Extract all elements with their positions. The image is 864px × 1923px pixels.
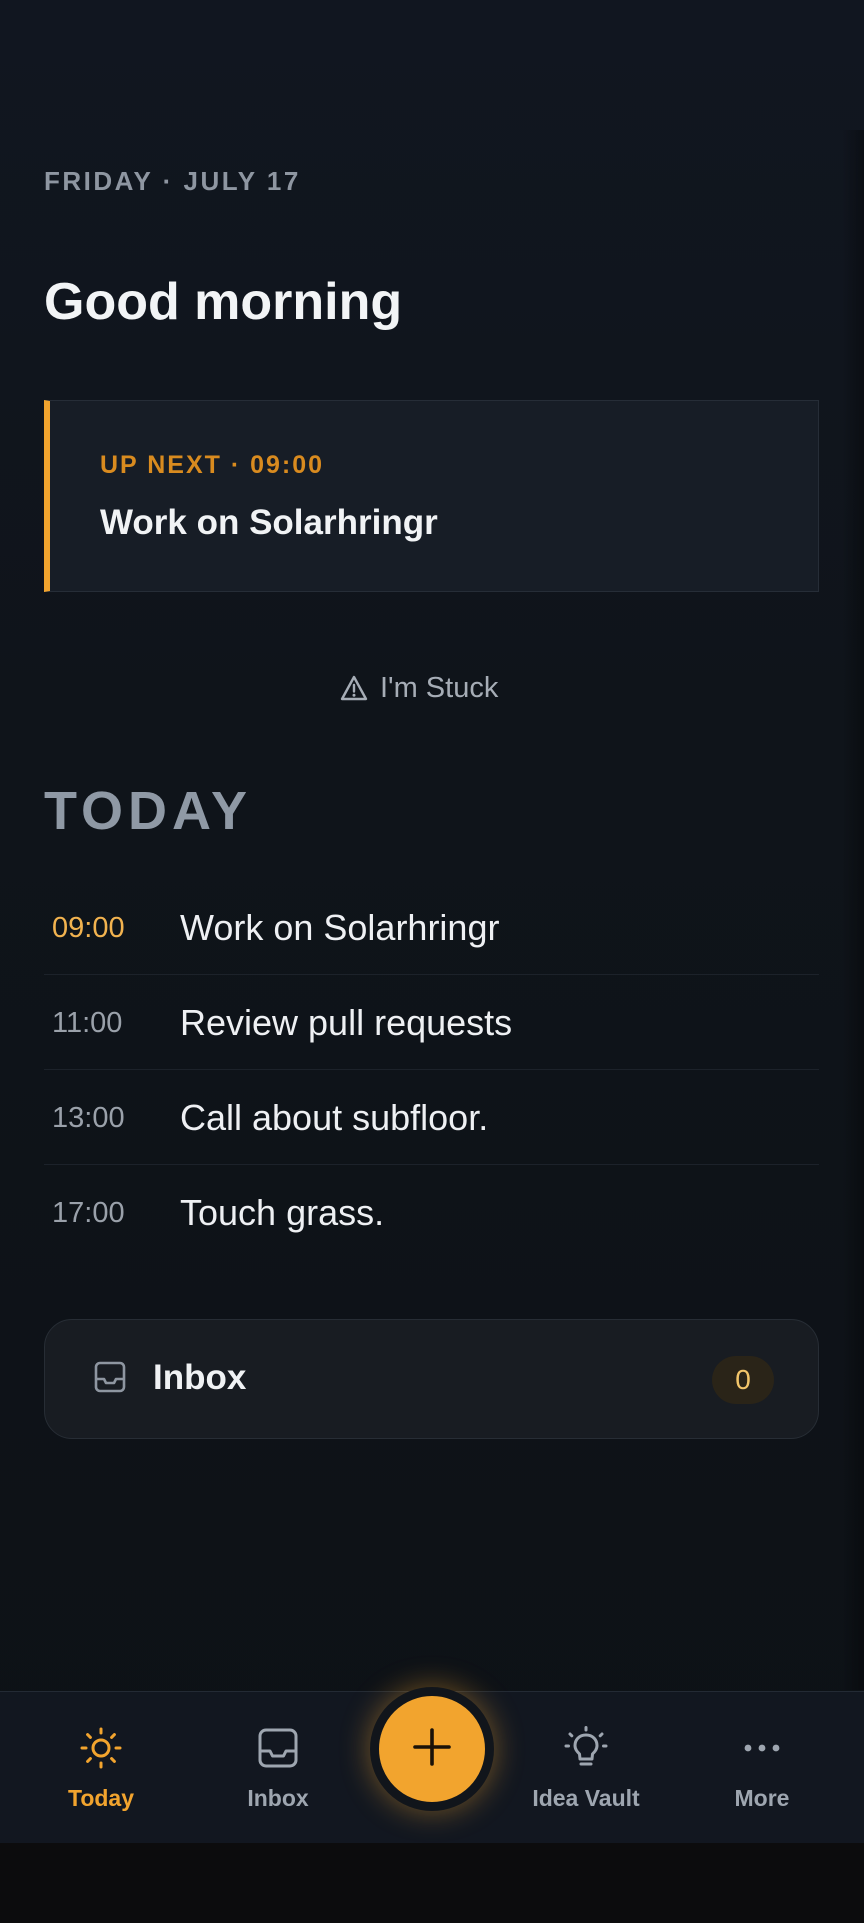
nav-tab-more[interactable]: More	[687, 1726, 837, 1812]
schedule-item-time: 09:00	[52, 912, 125, 944]
inbox-count-badge: 0	[712, 1356, 774, 1404]
schedule-item[interactable]: 11:00 Review pull requests	[44, 975, 819, 1070]
schedule-item[interactable]: 09:00 Work on Solarhringr	[44, 880, 819, 975]
nav-tab-label: Inbox	[247, 1785, 309, 1811]
more-dots-icon	[740, 1726, 784, 1775]
schedule-item[interactable]: 13:00 Call about subfloor.	[44, 1070, 819, 1165]
edge-shadow	[842, 130, 864, 1690]
date-label: FRIDAY · JULY 17	[44, 166, 301, 196]
inbox-card[interactable]: Inbox 0	[44, 1319, 819, 1439]
schedule-item-title: Touch grass.	[180, 1192, 385, 1233]
up-next-title: Work on Solarhringr	[100, 503, 438, 542]
schedule-item-title: Call about subfloor.	[180, 1097, 489, 1138]
nav-tab-inbox[interactable]: Inbox	[203, 1726, 353, 1812]
inbox-tray-icon	[256, 1726, 300, 1775]
sun-icon	[79, 1726, 123, 1775]
warning-triangle-icon	[340, 675, 368, 701]
nav-tab-today[interactable]: Today	[26, 1726, 176, 1812]
im-stuck-label: I'm Stuck	[380, 671, 499, 704]
today-screen: FRIDAY · JULY 17 Good morning UP NEXT · …	[0, 0, 864, 1843]
inbox-card-label: Inbox	[153, 1358, 247, 1397]
today-section-heading: TODAY	[44, 781, 253, 841]
schedule-item-title: Work on Solarhringr	[180, 907, 500, 948]
today-schedule-list: 09:00 Work on Solarhringr 11:00 Review p…	[44, 880, 819, 1260]
schedule-item-title: Review pull requests	[180, 1002, 513, 1043]
schedule-item[interactable]: 17:00 Touch grass.	[44, 1165, 819, 1260]
nav-tab-label: More	[734, 1785, 790, 1811]
lightbulb-icon	[564, 1726, 608, 1775]
up-next-card[interactable]: UP NEXT · 09:00 Work on Solarhringr	[44, 400, 819, 592]
up-next-label: UP NEXT · 09:00	[100, 451, 325, 479]
nav-tab-idea-vault[interactable]: Idea Vault	[511, 1726, 661, 1812]
plus-icon	[410, 1725, 454, 1774]
im-stuck-button[interactable]: I'm Stuck	[340, 664, 498, 712]
greeting-title: Good morning	[44, 273, 403, 331]
add-button[interactable]	[370, 1687, 494, 1811]
nav-tab-label: Idea Vault	[532, 1785, 640, 1811]
inbox-tray-icon	[93, 1360, 127, 1399]
nav-tab-label: Today	[67, 1785, 135, 1811]
schedule-item-time: 17:00	[52, 1197, 125, 1229]
schedule-item-time: 11:00	[52, 1007, 123, 1039]
schedule-item-time: 13:00	[52, 1102, 125, 1134]
